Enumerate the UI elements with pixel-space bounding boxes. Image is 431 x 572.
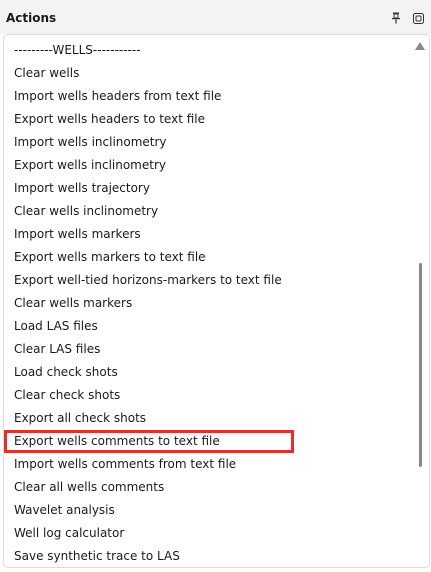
list-item[interactable]: Load LAS files	[4, 315, 409, 338]
list-item[interactable]: Clear wells	[4, 62, 409, 85]
list-item[interactable]: Export well-tied horizons-markers to tex…	[4, 269, 409, 292]
list-item[interactable]: Well log calculator	[4, 522, 409, 545]
panel-header: Actions	[0, 0, 431, 34]
list-item[interactable]: Import wells inclinometry	[4, 131, 409, 154]
list-item[interactable]: Save synthetic trace to LAS	[4, 545, 409, 567]
list-item[interactable]: Export wells headers to text file	[4, 108, 409, 131]
list-item[interactable]: Import wells markers	[4, 223, 409, 246]
panel-title: Actions	[6, 11, 57, 25]
list-item[interactable]: Import wells headers from text file	[4, 85, 409, 108]
list-item[interactable]: Export wells markers to text file	[4, 246, 409, 269]
float-window-icon[interactable]	[411, 10, 425, 26]
list-item-selected[interactable]: Export wells comments to text file	[4, 430, 294, 453]
actions-list: ---------WELLS----------- Clear wells Impo…	[4, 39, 409, 567]
list-item[interactable]: Clear all wells comments	[4, 476, 409, 499]
pin-icon[interactable]	[389, 10, 403, 26]
list-item[interactable]: Load check shots	[4, 361, 409, 384]
list-item[interactable]: Export all check shots	[4, 407, 409, 430]
vertical-scrollbar[interactable]	[412, 35, 429, 567]
list-item[interactable]: Import wells comments from text file	[4, 453, 409, 476]
list-item[interactable]: Clear check shots	[4, 384, 409, 407]
list-item[interactable]: Wavelet analysis	[4, 499, 409, 522]
scroll-up-arrow-icon[interactable]	[415, 42, 425, 50]
actions-panel: Actions ---------WELLS----------- Clear w…	[0, 0, 431, 572]
list-item[interactable]: Clear wells inclinometry	[4, 200, 409, 223]
list-item[interactable]: Export wells inclinometry	[4, 154, 409, 177]
list-item[interactable]: Clear wells markers	[4, 292, 409, 315]
list-item[interactable]: Import wells trajectory	[4, 177, 409, 200]
actions-list-frame: ---------WELLS----------- Clear wells Impo…	[3, 34, 430, 568]
list-item[interactable]: ---------WELLS-----------	[4, 39, 409, 62]
scroll-thumb[interactable]	[419, 263, 422, 467]
list-item[interactable]: Clear LAS files	[4, 338, 409, 361]
